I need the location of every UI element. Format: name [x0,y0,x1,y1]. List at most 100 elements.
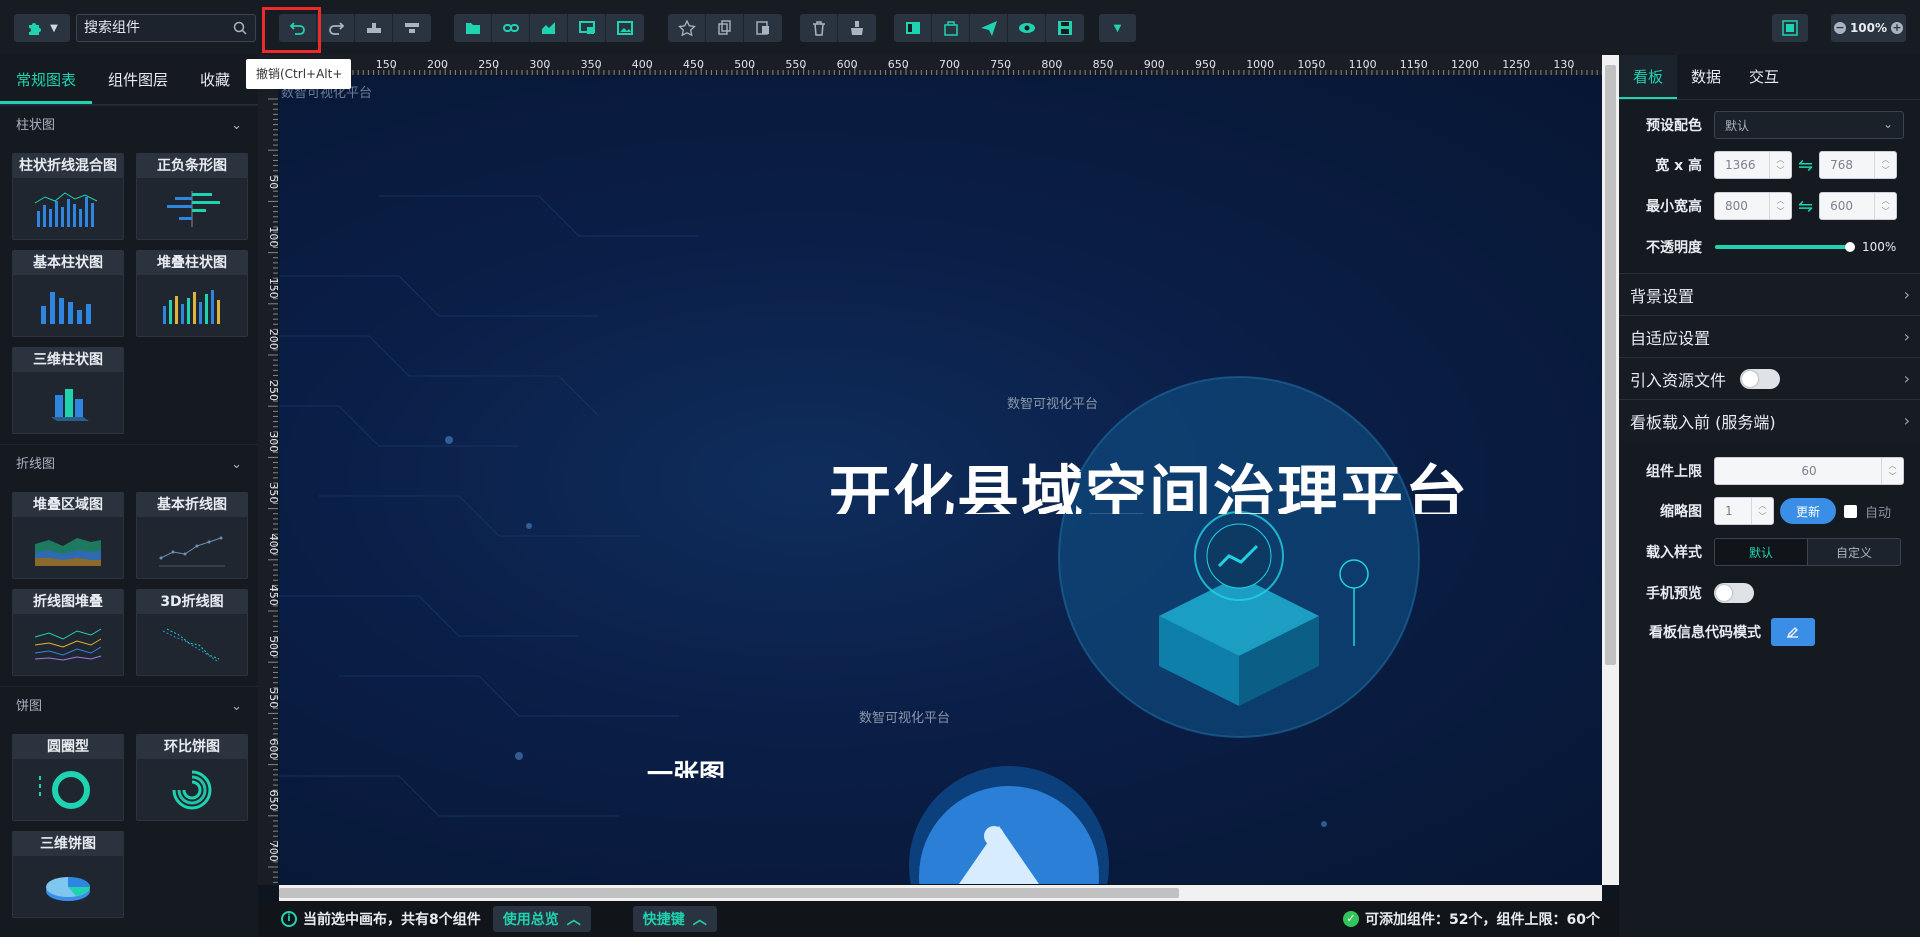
canvas-horizontal-scrollbar[interactable] [279,885,1602,901]
swap-icon[interactable]: ⇋ [1798,196,1813,217]
min-height-stepper[interactable]: ︿ ﹀ [1874,193,1896,219]
tab-layers[interactable]: 组件图层 [92,54,184,104]
image-button[interactable] [606,14,644,42]
info-icon: i [281,911,297,927]
component-limit-input[interactable]: 60 ︿ ﹀ [1714,457,1904,485]
property-panel: 看板 数据 交互 预设配色 默认 ⌄ 宽 x 高 1366 ︿ ﹀ ⇋ 768 ︿ ﹀ … [1619,55,1920,937]
stacked-area-thumbnail [35,538,101,566]
ruler-label: 50 [267,175,278,189]
card-ring-pie[interactable]: 环比饼图 [136,734,248,821]
card-3d-line[interactable]: 3D折线图 [136,589,248,676]
update-button[interactable]: 更新 [1780,498,1836,524]
load-style-custom[interactable]: 自定义 [1807,539,1900,565]
more-dropdown-button[interactable]: ▼ [1099,14,1136,42]
section-background[interactable]: 背景设置 › [1619,273,1920,315]
zoom-control[interactable]: − 100% + [1831,14,1906,42]
pie-chart-cards: 圆圈型 环比饼图 三维饼图 [0,726,258,928]
tab-interaction[interactable]: 交互 [1735,55,1793,99]
card-3d-pie[interactable]: 三维饼图 [12,831,124,918]
min-height-input[interactable]: 600 ︿ ﹀ [1819,192,1898,220]
align-top-button[interactable] [393,14,431,42]
category-pie[interactable]: 饼图 ⌄ [0,686,258,726]
card-title: 圆圈型 [13,735,123,759]
ruler-label: 750 [990,58,1011,71]
save-button[interactable] [1046,14,1084,42]
copy-button[interactable] [706,14,744,42]
shortcut-button[interactable]: 快捷键 ︿ [632,906,717,932]
search-input[interactable]: 搜索组件 [76,14,256,42]
tab-favorites[interactable]: 收藏 [184,54,246,104]
section-label: 看板载入前 (服务端) [1630,412,1776,432]
section-preload[interactable]: 看板载入前 (服务端) › [1619,399,1920,441]
load-style-default[interactable]: 默认 [1715,539,1807,565]
code-mode-edit-button[interactable] [1771,618,1815,646]
card-3d-bar[interactable]: 三维柱状图 [12,347,124,434]
clear-button[interactable] [838,14,876,42]
preview-button[interactable] [1008,14,1046,42]
fit-screen-button[interactable] [1772,14,1808,42]
size-row: 宽 x 高 1366 ︿ ﹀ ⇋ 768 ︿ ﹀ [1619,150,1920,180]
redo-button[interactable] [317,14,355,42]
width-input[interactable]: 1366 ︿ ﹀ [1714,151,1792,179]
card-pos-neg-bar[interactable]: 正负条形图 [136,153,248,240]
paste-button[interactable] [744,14,782,42]
thumbnail-stepper[interactable]: ︿ ﹀ [1751,498,1773,524]
open-folder-button[interactable] [454,14,492,42]
scroll-thumb[interactable] [279,888,1179,898]
preset-color-select[interactable]: 默认 ⌄ [1714,111,1904,139]
scroll-thumb[interactable] [1605,65,1616,665]
template-button[interactable] [894,14,932,42]
component-limit-stepper[interactable]: ︿ ﹀ [1881,458,1903,484]
status-info: 当前选中画布，共有8个组件 [303,912,481,928]
canvas-subtitle[interactable]: 一张图 [647,756,725,778]
design-canvas[interactable]: 数智可视化平台 数智可视化平台 数智可视化平台 开化县域空间治理平台 一张图 [279,76,1602,884]
resource-button[interactable] [932,14,970,42]
usage-overview-button[interactable]: 使用总览 ︿ [492,906,591,932]
component-menu-button[interactable]: ▼ [14,14,70,42]
opacity-slider[interactable] [1715,240,1855,254]
thumbnail-input[interactable]: 1 ︿ ﹀ [1714,497,1774,525]
link-button[interactable] [492,14,530,42]
bar-chart-cards: 柱状折线混合图 正负条形图 基本柱状图 堆叠柱状图 三维柱状图 [0,145,258,444]
opacity-slider-handle[interactable] [1845,242,1855,252]
card-stacked-bar[interactable]: 堆叠柱状图 [136,250,248,337]
card-bar-line-mix[interactable]: 柱状折线混合图 [12,153,124,240]
zoom-in-icon[interactable]: + [1891,22,1904,34]
card-circle[interactable]: 圆圈型 [12,734,124,821]
tab-common-charts[interactable]: 常规图表 [0,54,93,104]
canvas-vertical-scrollbar[interactable] [1602,55,1619,885]
card-line-stack[interactable]: 折线图堆叠 [12,589,124,676]
section-adaptive[interactable]: 自适应设置 › [1619,315,1920,357]
favorite-button[interactable] [668,14,706,42]
tab-data[interactable]: 数据 [1677,55,1735,99]
tab-board[interactable]: 看板 [1619,55,1678,99]
min-width-input[interactable]: 800 ︿ ﹀ [1714,192,1792,220]
resources-toggle[interactable] [1740,368,1781,389]
card-stacked-area[interactable]: 堆叠区域图 [12,492,124,579]
category-label: 柱状图 [16,118,56,133]
height-stepper[interactable]: ︿ ﹀ [1874,152,1896,178]
left-ruler: 50 100 150 200 250 300 350 400 450 500 550 600 650 70… [258,75,278,885]
min-width-stepper[interactable]: ︿ ﹀ [1769,193,1791,219]
star-icon [677,20,696,36]
section-resources[interactable]: 引入资源文件 › [1619,357,1920,399]
publish-button[interactable] [970,14,1008,42]
canvas-main-title[interactable]: 开化县域空间治理平台 [829,450,1602,514]
delete-button[interactable] [800,14,838,42]
card-basic-bar[interactable]: 基本柱状图 [12,250,124,337]
card-title: 正负条形图 [137,154,247,178]
screen-button[interactable] [568,14,606,42]
category-line[interactable]: 折线图 ⌄ [0,444,258,484]
auto-checkbox[interactable] [1844,504,1857,518]
width-stepper[interactable]: ︿ ﹀ [1769,152,1791,178]
swap-icon[interactable]: ⇋ [1798,155,1813,176]
align-center-button[interactable] [355,14,393,42]
mobile-preview-toggle[interactable] [1714,583,1754,603]
ruler-label: 1150 [1400,58,1428,71]
height-input[interactable]: 768 ︿ ﹀ [1819,151,1898,179]
chart-button[interactable] [530,14,568,42]
zoom-out-icon[interactable]: − [1833,22,1846,34]
copy-icon [717,20,731,35]
category-bar[interactable]: 柱状图 ⌄ [0,105,258,145]
card-basic-line[interactable]: 基本折线图 [136,492,248,579]
